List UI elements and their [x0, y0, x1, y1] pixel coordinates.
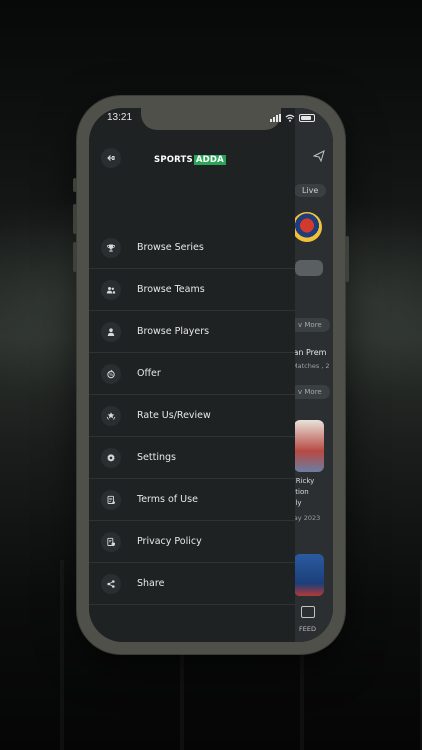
- team-logo: [292, 212, 322, 242]
- phone-power-button: [345, 236, 349, 282]
- menu-item-browse-players[interactable]: Browse Players: [89, 311, 295, 353]
- logo-text-sports: SPORTS: [154, 155, 193, 165]
- feed-icon[interactable]: [301, 606, 315, 618]
- menu-item-settings[interactable]: Settings: [89, 437, 295, 479]
- view-more-button[interactable]: v More: [290, 385, 330, 399]
- menu-item-label: Rate Us/Review: [137, 410, 211, 421]
- shield-document-icon: [101, 531, 121, 552]
- menu-item-label: Terms of Use: [137, 494, 198, 505]
- app-logo: SPORTS ADDA: [154, 155, 226, 165]
- gear-icon: [101, 447, 121, 468]
- status-icons: [270, 114, 315, 122]
- close-drawer-button[interactable]: [101, 148, 121, 168]
- status-time: 13:21: [107, 112, 133, 123]
- battery-icon: [299, 114, 315, 122]
- menu-item-privacy-policy[interactable]: Privacy Policy: [89, 521, 295, 563]
- menu-item-label: Privacy Policy: [137, 536, 202, 547]
- offer-icon: %: [101, 363, 121, 384]
- live-badge[interactable]: Live: [294, 184, 327, 197]
- player-icon: [101, 321, 121, 342]
- phone-volume-up: [73, 204, 77, 234]
- notch: [141, 108, 281, 130]
- menu-item-terms-of-use[interactable]: Terms of Use: [89, 479, 295, 521]
- navigation-drawer: SPORTS ADDA Browse Series Browse Teams B…: [89, 108, 295, 642]
- phone-volume-down: [73, 242, 77, 272]
- menu-item-label: Browse Series: [137, 242, 204, 253]
- menu-item-label: Offer: [137, 368, 161, 379]
- logo-text-adda: ADDA: [193, 155, 226, 165]
- phone-frame: 13:21 Live v More lian Prem Matches , 2 …: [73, 96, 349, 654]
- rate-icon: [101, 405, 121, 426]
- menu-item-label: Settings: [137, 452, 176, 463]
- menu-item-share[interactable]: Share: [89, 563, 295, 605]
- back-arrow-icon: [107, 155, 115, 161]
- wifi-icon: [285, 114, 295, 122]
- trophy-icon: [101, 237, 121, 258]
- view-more-button[interactable]: v More: [290, 318, 330, 332]
- document-icon: [101, 489, 121, 510]
- signal-icon: [270, 114, 281, 122]
- svg-text:%: %: [109, 372, 114, 378]
- match-card-button[interactable]: [295, 260, 323, 276]
- menu-item-browse-teams[interactable]: Browse Teams: [89, 269, 295, 311]
- share-icon: [101, 573, 121, 594]
- menu-item-label: Share: [137, 578, 165, 589]
- news-date: lay 2023: [292, 514, 321, 522]
- news-thumbnail[interactable]: [294, 420, 324, 472]
- phone-screen: 13:21 Live v More lian Prem Matches , 2 …: [89, 108, 333, 642]
- menu-item-label: Browse Players: [137, 326, 210, 337]
- menu-item-label: Browse Teams: [137, 284, 205, 295]
- send-icon[interactable]: [313, 150, 325, 162]
- team-icon: [101, 279, 121, 300]
- news-thumbnail[interactable]: [294, 554, 324, 596]
- menu-item-offer[interactable]: % Offer: [89, 353, 295, 395]
- menu-item-browse-series[interactable]: Browse Series: [89, 227, 295, 269]
- phone-side-button: [73, 178, 77, 192]
- drawer-menu: Browse Series Browse Teams Browse Player…: [89, 227, 295, 605]
- menu-item-rate-us[interactable]: Rate Us/Review: [89, 395, 295, 437]
- series-subtitle: Matches , 2: [292, 362, 330, 370]
- feed-tab-label[interactable]: FEED: [299, 625, 316, 633]
